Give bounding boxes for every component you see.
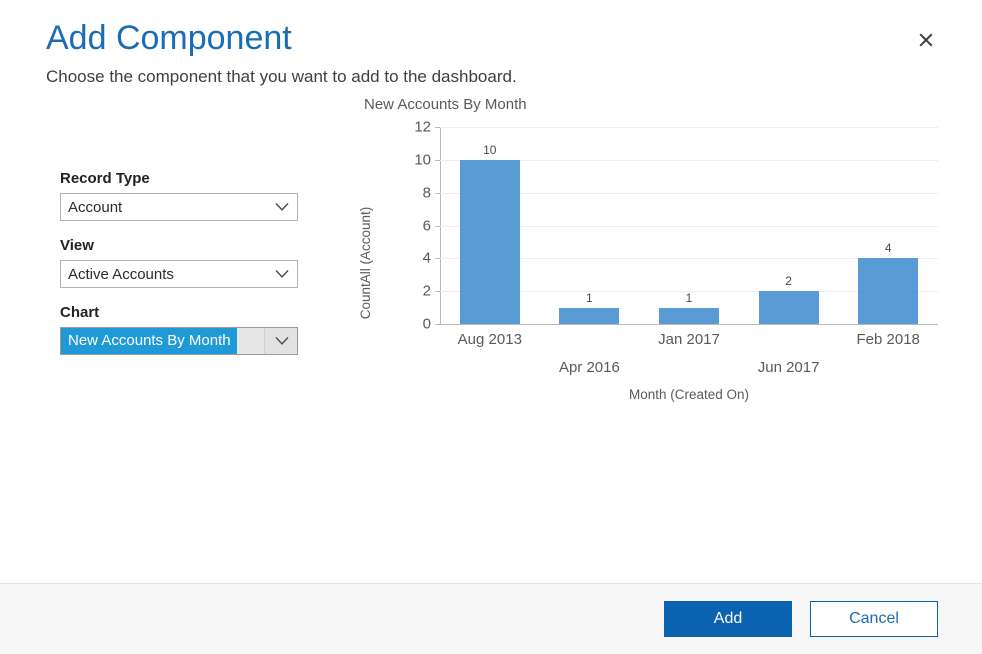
component-form: Record Type Account View Active Accounts: [60, 168, 360, 583]
close-button[interactable]: [912, 26, 940, 54]
chart-y-tick-label: 10: [414, 151, 431, 168]
record-type-select[interactable]: Account: [60, 193, 298, 221]
add-button[interactable]: Add: [664, 601, 792, 637]
chevron-down-icon: [275, 203, 289, 212]
chart-y-tick-label: 8: [423, 184, 431, 201]
dialog-footer: Add Cancel: [0, 583, 982, 654]
cancel-button[interactable]: Cancel: [810, 601, 938, 637]
chart-x-tick-label: Feb 2018: [856, 331, 919, 348]
chart-bar-value-label: 1: [586, 291, 593, 305]
chart-select[interactable]: New Accounts By Month: [60, 327, 298, 355]
chart-bar[interactable]: [460, 160, 520, 324]
chart-y-tick: [435, 127, 440, 128]
record-type-value: Account: [61, 198, 122, 217]
chart-y-axis-label: CountAll (Account): [358, 207, 373, 320]
dialog-header: Add Component Choose the component that …: [0, 0, 982, 90]
view-select[interactable]: Active Accounts: [60, 260, 298, 288]
close-icon: [918, 32, 934, 48]
chart-bar[interactable]: [858, 258, 918, 324]
chart-x-tick-label: Jan 2017: [658, 331, 720, 348]
chart-y-tick: [435, 291, 440, 292]
chart-y-tick-label: 0: [423, 316, 431, 333]
chart-select-arrow-area: [264, 328, 297, 354]
record-type-label: Record Type: [60, 168, 360, 190]
page-title: Add Component: [46, 16, 936, 60]
chart-y-tick: [435, 193, 440, 194]
chart-x-tick-label: Aug 2013: [458, 331, 522, 348]
chart-y-tick-label: 12: [414, 119, 431, 136]
chart-y-tick-label: 6: [423, 217, 431, 234]
chart-label: Chart: [60, 302, 360, 324]
chart-plot-area: 02468101210Aug 20131Apr 20161Jan 20172Ju…: [440, 127, 938, 325]
chart-y-tick: [435, 324, 440, 325]
chart-y-tick-label: 2: [423, 283, 431, 300]
chart-y-tick: [435, 226, 440, 227]
add-component-dialog: Add Component Choose the component that …: [0, 0, 982, 654]
chart-x-tick-label: Apr 2016: [559, 359, 620, 376]
chevron-down-icon: [275, 270, 289, 279]
chart-canvas: CountAll (Account) 02468101210Aug 20131A…: [360, 113, 960, 463]
chart-bar-value-label: 10: [483, 143, 496, 157]
chart-y-tick: [435, 258, 440, 259]
chart-x-tick-label: Jun 2017: [758, 359, 820, 376]
chart-value: New Accounts By Month: [61, 328, 237, 354]
chart-bar-value-label: 1: [686, 291, 693, 305]
chart-gridline: [440, 127, 938, 128]
chart-y-tick-label: 4: [423, 250, 431, 267]
chart-bar-value-label: 4: [885, 241, 892, 255]
chart-bar[interactable]: [559, 308, 619, 324]
chart-preview: New Accounts By Month CountAll (Account)…: [360, 168, 982, 583]
chart-bar[interactable]: [759, 291, 819, 324]
chart-x-axis-label: Month (Created On): [440, 387, 938, 402]
view-value: Active Accounts: [61, 265, 174, 284]
chart-x-axis-line: [440, 324, 938, 325]
view-label: View: [60, 235, 360, 257]
chart-title: New Accounts By Month: [364, 96, 527, 113]
dialog-subtitle: Choose the component that you want to ad…: [46, 64, 936, 90]
dialog-body: Record Type Account View Active Accounts: [0, 90, 982, 583]
chart-bar-value-label: 2: [785, 274, 792, 288]
chart-y-tick: [435, 160, 440, 161]
chart-bar[interactable]: [659, 308, 719, 324]
